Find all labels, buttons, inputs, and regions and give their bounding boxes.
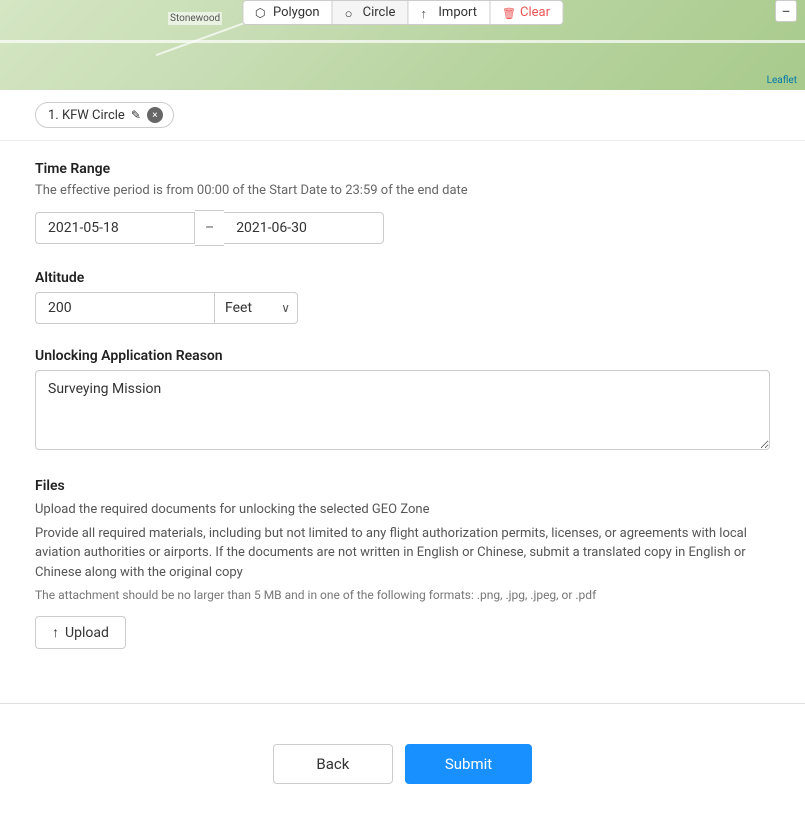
date-range-row: – [35, 210, 770, 246]
files-section: Files Upload the required documents for … [35, 478, 770, 649]
footer-divider [0, 703, 805, 704]
leaflet-attribution: Leaflet [767, 75, 797, 86]
end-date-input[interactable] [224, 212, 384, 244]
start-date-input[interactable] [35, 212, 195, 244]
files-desc1: Upload the required documents for unlock… [35, 500, 770, 520]
files-desc2: Provide all required materials, includin… [35, 524, 770, 583]
clear-button[interactable]: Clear [490, 1, 562, 24]
zoom-out-icon: − [781, 2, 790, 21]
unit-select[interactable]: Feet Meters [215, 292, 298, 324]
upload-label: Upload [65, 625, 109, 641]
upload-icon [52, 624, 59, 641]
zone-tag: 1. KFW Circle ✎ × [35, 102, 174, 128]
submit-button[interactable]: Submit [405, 744, 532, 784]
time-range-section: Time Range The effective period is from … [35, 161, 770, 246]
circle-icon [345, 6, 359, 20]
zoom-out-button[interactable]: − [775, 0, 797, 22]
circle-label: Circle [363, 5, 396, 20]
clear-label: Clear [520, 5, 550, 20]
unit-select-wrapper: Feet Meters [215, 292, 298, 324]
polygon-button[interactable]: Polygon [243, 1, 333, 24]
circle-button[interactable]: Circle [333, 1, 409, 24]
zone-tag-area: 1. KFW Circle ✎ × [0, 90, 805, 141]
map-road-h [0, 40, 805, 43]
files-desc3: The attachment should be no larger than … [35, 586, 770, 604]
back-button[interactable]: Back [273, 744, 393, 784]
polygon-label: Polygon [273, 5, 320, 20]
reason-title: Unlocking Application Reason [35, 348, 770, 364]
polygon-icon [255, 6, 269, 20]
altitude-input[interactable] [35, 292, 215, 324]
bottom-bar: Back Submit [0, 724, 805, 814]
map-place-label: Stonewood [168, 12, 222, 25]
files-title: Files [35, 478, 770, 494]
time-range-title: Time Range [35, 161, 770, 177]
upload-button[interactable]: Upload [35, 616, 126, 649]
altitude-title: Altitude [35, 270, 770, 286]
time-range-description: The effective period is from 00:00 of th… [35, 183, 770, 198]
date-separator: – [195, 210, 224, 246]
altitude-row: Feet Meters [35, 292, 770, 324]
zone-tag-label: 1. KFW Circle [48, 108, 125, 123]
zone-tag-edit-button[interactable]: ✎ [131, 108, 141, 122]
map-background: Stonewood Polygon Circle Import Clear − [0, 0, 805, 90]
import-icon [420, 6, 434, 20]
reason-textarea[interactable]: Surveying Mission [35, 370, 770, 450]
map-toolbar: Polygon Circle Import Clear [242, 0, 563, 25]
trash-icon [502, 6, 516, 20]
reason-section: Unlocking Application Reason Surveying M… [35, 348, 770, 454]
main-content: Time Range The effective period is from … [0, 141, 805, 693]
zone-tag-close-button[interactable]: × [147, 107, 163, 123]
altitude-section: Altitude Feet Meters [35, 270, 770, 324]
import-button[interactable]: Import [408, 1, 490, 24]
map-area: Stonewood Polygon Circle Import Clear − [0, 0, 805, 90]
import-label: Import [438, 5, 477, 20]
